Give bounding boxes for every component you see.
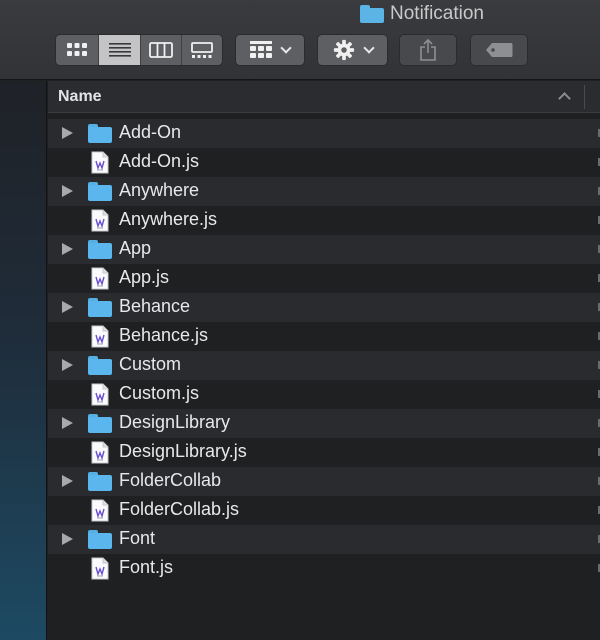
folder-icon xyxy=(88,530,112,549)
js-file-icon xyxy=(91,325,109,348)
view-mode-control xyxy=(55,34,223,66)
file-list: Name Add-On Add-On.js Anywhere Anywhere.js A… xyxy=(48,81,600,640)
file-row[interactable]: Behance.js xyxy=(48,322,600,351)
column-header-label: Name xyxy=(58,87,102,105)
folder-row[interactable]: FolderCollab xyxy=(48,467,600,496)
tag-button[interactable] xyxy=(470,34,528,66)
folder-icon xyxy=(88,414,112,433)
folder-icon xyxy=(88,182,112,201)
disclosure-triangle-icon[interactable] xyxy=(62,417,73,429)
folder-icon xyxy=(88,240,112,259)
gallery-icon xyxy=(191,42,213,58)
js-file-icon xyxy=(91,267,109,290)
columns-icon xyxy=(149,42,173,58)
gallery-view-button[interactable] xyxy=(182,35,222,65)
column-divider[interactable] xyxy=(584,85,585,109)
action-button[interactable] xyxy=(317,34,388,66)
share-button[interactable] xyxy=(399,34,457,66)
folder-row[interactable]: Custom xyxy=(48,351,600,380)
gear-icon xyxy=(333,39,354,61)
file-row[interactable]: FolderCollab.js xyxy=(48,496,600,525)
file-name: Font.js xyxy=(119,557,174,577)
file-name: Custom.js xyxy=(119,383,200,403)
disclosure-triangle-icon[interactable] xyxy=(62,185,73,197)
disclosure-triangle-icon[interactable] xyxy=(62,127,73,139)
folder-name: Anywhere xyxy=(119,180,200,200)
list-view-button[interactable] xyxy=(99,35,141,65)
group-grid-icon xyxy=(250,41,272,58)
file-name: Add-On.js xyxy=(119,151,200,171)
disclosure-triangle-icon[interactable] xyxy=(62,243,73,255)
sort-ascending-icon xyxy=(558,92,571,105)
disclosure-triangle-icon[interactable] xyxy=(62,359,73,371)
folder-name: Custom xyxy=(119,354,182,374)
folder-name: App xyxy=(119,238,152,258)
chevron-down-icon xyxy=(362,42,375,54)
icon-view-button[interactable] xyxy=(56,35,99,65)
share-icon xyxy=(420,39,436,61)
file-row[interactable]: App.js xyxy=(48,264,600,293)
name-column-header[interactable]: Name xyxy=(48,81,600,113)
file-name: Behance.js xyxy=(119,325,209,345)
folder-row[interactable]: App xyxy=(48,235,600,264)
js-file-icon xyxy=(91,383,109,406)
toolbar: Notification xyxy=(0,0,600,80)
disclosure-triangle-icon[interactable] xyxy=(62,301,73,313)
tag-icon xyxy=(486,43,513,57)
file-rows: Add-On Add-On.js Anywhere Anywhere.js App App… xyxy=(48,119,600,583)
file-name: Anywhere.js xyxy=(119,209,218,229)
file-row[interactable]: DesignLibrary.js xyxy=(48,438,600,467)
folder-icon xyxy=(88,124,112,143)
disclosure-triangle-icon[interactable] xyxy=(62,475,73,487)
folder-icon xyxy=(88,472,112,491)
column-view-button[interactable] xyxy=(141,35,182,65)
disclosure-triangle-icon[interactable] xyxy=(62,533,73,545)
folder-row[interactable]: Add-On xyxy=(48,119,600,148)
file-row[interactable]: Font.js xyxy=(48,554,600,583)
folder-row[interactable]: Behance xyxy=(48,293,600,322)
window-title: Notification xyxy=(360,2,484,26)
file-name: App.js xyxy=(119,267,170,287)
list-icon xyxy=(108,43,131,57)
file-row[interactable]: Add-On.js xyxy=(48,148,600,177)
folder-icon xyxy=(360,5,384,23)
js-file-icon xyxy=(91,557,109,580)
folder-row[interactable]: DesignLibrary xyxy=(48,409,600,438)
window-title-label: Notification xyxy=(390,3,484,24)
folder-name: DesignLibrary xyxy=(119,412,231,432)
js-file-icon xyxy=(91,441,109,464)
file-name: FolderCollab.js xyxy=(119,499,240,519)
grid-icon xyxy=(67,43,87,56)
folder-row[interactable]: Anywhere xyxy=(48,177,600,206)
folder-icon xyxy=(88,298,112,317)
folder-icon xyxy=(88,356,112,375)
js-file-icon xyxy=(91,209,109,232)
js-file-icon xyxy=(91,151,109,174)
folder-name: Font xyxy=(119,528,156,548)
js-file-icon xyxy=(91,499,109,522)
folder-name: FolderCollab xyxy=(119,470,222,490)
file-name: DesignLibrary.js xyxy=(119,441,247,461)
chevron-down-icon xyxy=(280,42,292,54)
folder-row[interactable]: Font xyxy=(48,525,600,554)
folder-name: Behance xyxy=(119,296,191,316)
file-row[interactable]: Custom.js xyxy=(48,380,600,409)
group-by-button[interactable] xyxy=(235,34,305,66)
sidebar xyxy=(0,81,47,640)
folder-name: Add-On xyxy=(119,122,182,142)
file-row[interactable]: Anywhere.js xyxy=(48,206,600,235)
